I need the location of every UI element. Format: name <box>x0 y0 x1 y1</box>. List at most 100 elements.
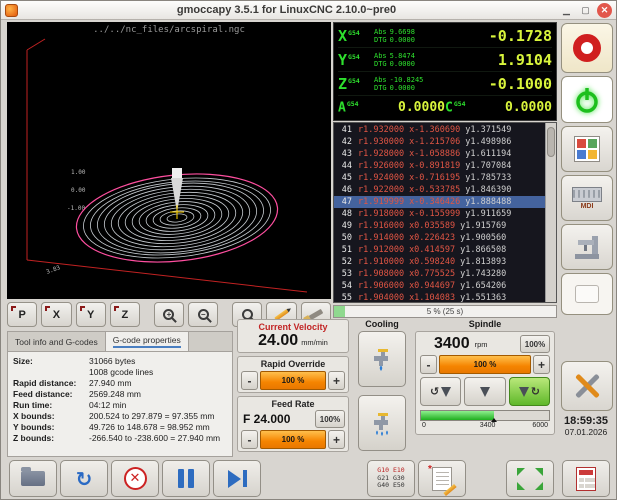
gcode-properties-content: Size: 31066 bytes1008 gcode lines Rapid … <box>8 352 232 448</box>
maximize-button[interactable]: ▢ <box>578 3 593 18</box>
fullscreen-button[interactable] <box>506 460 554 497</box>
close-button[interactable]: ✕ <box>597 3 612 18</box>
tool-measurement-button[interactable] <box>561 224 613 270</box>
machine-icon <box>572 233 602 261</box>
gcode-line: 42r1.930000x-1.215706y1.498986 <box>334 136 545 148</box>
view-perspective-button[interactable]: P <box>7 302 37 327</box>
abs-label: Abs <box>374 76 387 84</box>
svg-text:1.00: 1.00 <box>71 169 86 176</box>
gremlin-preview[interactable]: 1.00 0.00 -1.00 3.83 <box>7 22 331 299</box>
abs-value: 5.8474 <box>390 52 415 60</box>
prop-rapid-distance: Rapid distance:27.940 mm <box>13 378 227 389</box>
spindle-override-reset-button[interactable]: 100% <box>520 335 550 353</box>
prop-y-bounds: Y bounds:49.726 to 148.678 = 98.952 mm <box>13 422 227 433</box>
velocity-panel: Current Velocity 24.00mm/min Rapid Overr… <box>237 319 349 457</box>
spindle-speed-slider[interactable] <box>420 410 550 421</box>
axis-corner-icon <box>45 306 50 311</box>
feed-rate-value: F 24.000 <box>243 412 290 426</box>
gcode-list: 41r1.932000x-1.360690y1.37154942r1.93000… <box>334 123 545 302</box>
step-button[interactable] <box>213 460 261 497</box>
feed-override-bar[interactable]: 100 % <box>260 430 326 449</box>
pause-button[interactable] <box>162 460 210 497</box>
gcode-view[interactable]: 41r1.932000x-1.360690y1.37154942r1.93000… <box>333 122 557 303</box>
dro-axis-z[interactable]: ZG54 Abs-10.8245 DTG0.0000 -0.1000 <box>338 72 552 96</box>
dro-panel: XG54 Abs9.6698 DTG0.0000 -0.1728 YG54 Ab… <box>333 22 557 121</box>
open-file-button[interactable] <box>9 460 57 497</box>
view-x-button[interactable]: X <box>41 302 71 327</box>
feed-override-plus-button[interactable]: + <box>328 430 345 449</box>
gcode-line: 48r1.918000x-0.155999y1.911659 <box>334 208 545 220</box>
axis-corner-icon <box>11 306 16 311</box>
gcode-line: 49r1.916000x0.035589y1.915769 <box>334 220 545 232</box>
run-from-line-button[interactable]: G10 E10 G21 G30 G40 E50 <box>367 460 415 497</box>
dtg-value: 0.0000 <box>390 36 415 44</box>
axis-c-position: 0.0000 <box>471 100 552 115</box>
gcode-line: 43r1.928000x-1.058886y1.611194 <box>334 148 545 160</box>
minimize-button[interactable]: ▁ <box>559 3 574 18</box>
wrench-screwdriver-icon <box>572 371 602 401</box>
settings-button[interactable] <box>561 126 613 172</box>
mist-faucet-icon <box>368 345 396 373</box>
estop-button[interactable] <box>561 23 613 73</box>
axis-a-letter: A <box>338 100 346 115</box>
mdi-button[interactable]: MDI <box>561 175 613 221</box>
zoom-in-icon: + <box>163 309 174 320</box>
tools-button[interactable] <box>561 361 613 411</box>
spindle-cw-button[interactable]: ↻ <box>509 377 550 406</box>
dro-axis-y[interactable]: YG54 Abs5.8474 DTG0.0000 1.9104 <box>338 48 552 72</box>
keypad-icon <box>576 467 596 491</box>
spindle-override-plus-button[interactable]: + <box>533 355 550 374</box>
folder-icon <box>21 471 45 486</box>
dro-axis-c[interactable]: CG54 0.0000 <box>445 100 552 115</box>
ccw-arrow-icon: ↺ <box>430 385 439 398</box>
reload-file-button[interactable]: ↻ <box>60 460 108 497</box>
spindle-title: Spindle <box>415 319 555 329</box>
view-x-label: X <box>53 309 60 321</box>
spindle-override-minus-button[interactable]: - <box>420 355 437 374</box>
tool-icon <box>441 387 451 397</box>
prop-feed-distance: Feed distance:2569.248 mm <box>13 389 227 400</box>
tab-gcode-properties[interactable]: G-code properties <box>106 332 189 351</box>
scrollbar-thumb[interactable] <box>547 127 555 157</box>
stop-button[interactable]: ✕ <box>111 460 159 497</box>
axis-y-letter: Y <box>338 51 347 69</box>
rapid-override-bar[interactable]: 100 % <box>260 371 326 390</box>
rapid-override-plus-button[interactable]: + <box>328 371 345 390</box>
toolpath-plot: 1.00 0.00 -1.00 3.83 <box>7 22 331 299</box>
cw-arrow-icon: ↻ <box>531 385 540 398</box>
spindle-stop-button[interactable] <box>464 377 505 406</box>
flood-button[interactable] <box>358 395 406 451</box>
machine-on-button[interactable] <box>561 76 613 123</box>
zoom-out-button[interactable]: − <box>188 302 218 327</box>
feed-override-reset-button[interactable]: 100% <box>315 410 345 428</box>
tab-tool-info[interactable]: Tool info and G-codes <box>8 332 106 351</box>
prop-run-time: Run time:04:12 min <box>13 400 227 411</box>
dro-axis-x[interactable]: XG54 Abs9.6698 DTG0.0000 -0.1728 <box>338 24 552 48</box>
feed-rate-title: Feed Rate <box>241 399 345 409</box>
dtg-label: DTG <box>374 84 387 92</box>
gcode-scrollbar[interactable] <box>545 123 556 302</box>
edit-gcode-button[interactable]: * <box>418 460 466 497</box>
view-z-button[interactable]: Z <box>110 302 140 327</box>
view-y-button[interactable]: Y <box>76 302 106 327</box>
view-y-label: Y <box>87 309 94 321</box>
mist-button[interactable] <box>358 331 406 387</box>
virtual-keyboard-button[interactable] <box>562 460 610 497</box>
spindle-override-bar[interactable]: 100 % <box>439 355 531 374</box>
abs-label: Abs <box>374 28 387 36</box>
spindle-ccw-button[interactable]: ↺ <box>420 377 461 406</box>
spindle-scale-max: 6000 <box>532 422 548 429</box>
dro-axis-a[interactable]: AG54 0.0000 <box>338 100 445 115</box>
sidebar-extra-button[interactable] <box>561 273 613 315</box>
zoom-in-button[interactable]: + <box>154 302 184 327</box>
coord-system-label: G54 <box>348 77 360 85</box>
tool-icon <box>480 387 490 397</box>
svg-text:0.00: 0.00 <box>71 187 86 194</box>
pause-icon <box>178 469 194 488</box>
gmoccapy-window: gmoccapy 3.5.1 for LinuxCNC 2.10.0~pre0 … <box>0 0 617 500</box>
gcode-line: 46r1.922000x-0.533785y1.846390 <box>334 184 545 196</box>
feed-override-minus-button[interactable]: - <box>241 430 258 449</box>
gcode-line: 55r1.904000x1.104083y1.551363 <box>334 292 545 302</box>
rapid-override-minus-button[interactable]: - <box>241 371 258 390</box>
abs-label: Abs <box>374 52 387 60</box>
